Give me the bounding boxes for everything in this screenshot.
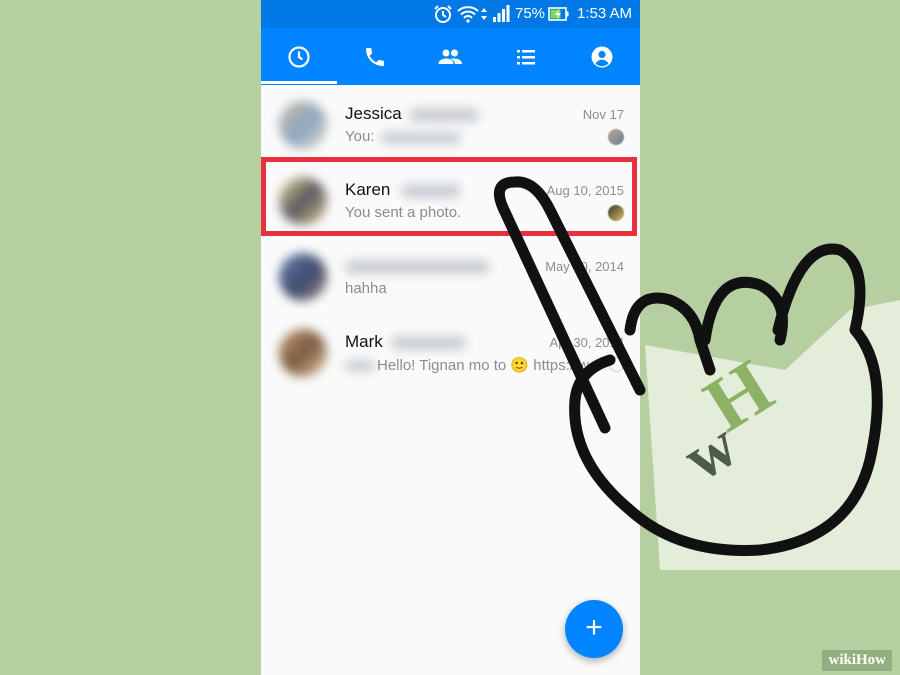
tab-groups[interactable]	[413, 28, 489, 85]
message-date: Nov 17	[582, 107, 624, 122]
avatar	[279, 253, 327, 301]
wifi-icon	[457, 4, 479, 24]
tab-calls[interactable]	[337, 28, 413, 85]
clock-time: 1:53 AM	[577, 5, 633, 22]
battery-percent: 75%	[515, 5, 546, 22]
battery-charging-icon	[548, 4, 570, 24]
message-preview: hahha	[345, 280, 387, 297]
tab-bar	[261, 28, 640, 85]
pointing-hand-icon: w H	[493, 176, 900, 570]
avatar	[279, 177, 327, 225]
list-icon	[517, 49, 536, 64]
new-message-button[interactable]: +	[565, 600, 623, 658]
message-preview: You sent a photo.	[345, 204, 462, 221]
people-icon	[438, 49, 463, 64]
active-tab-indicator	[261, 81, 337, 84]
clock-icon	[288, 45, 310, 68]
avatar	[279, 101, 327, 149]
contact-name: Jessica	[345, 104, 402, 123]
tab-recent[interactable]	[261, 28, 337, 85]
conversation-row-jessica[interactable]: Jessica You: Nov 17	[261, 88, 640, 164]
tab-people[interactable]	[488, 28, 564, 85]
redacted-preview-prefix	[345, 360, 375, 372]
avatar	[279, 329, 327, 377]
signal-icon	[492, 4, 510, 24]
tab-profile[interactable]	[564, 28, 640, 85]
message-preview: You:	[345, 128, 375, 145]
redacted-surname	[401, 184, 461, 198]
seen-avatar-icon	[608, 129, 624, 145]
redacted-surname	[409, 108, 479, 122]
redacted-preview	[381, 132, 461, 144]
contact-name: Mark	[345, 332, 383, 351]
account-icon	[591, 46, 613, 67]
contact-name: Karen	[345, 180, 391, 199]
wikihow-watermark: wikiHow	[822, 650, 892, 671]
data-arrows-icon	[480, 4, 488, 24]
phone-icon	[365, 47, 384, 66]
redacted-surname	[391, 336, 466, 350]
alarm-icon	[433, 4, 453, 24]
status-bar: 75% 1:53 AM	[261, 0, 640, 28]
